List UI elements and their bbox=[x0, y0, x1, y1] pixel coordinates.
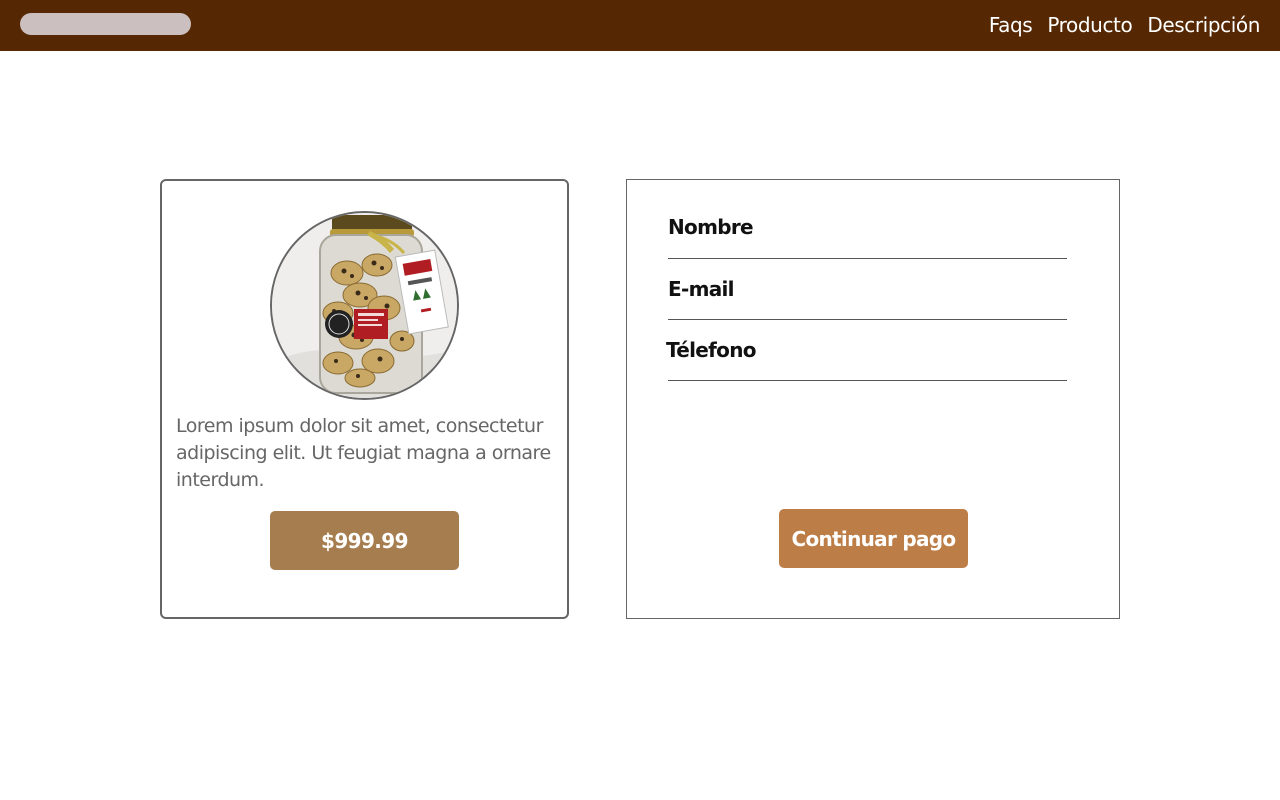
name-input[interactable] bbox=[668, 199, 1067, 258]
phone-input[interactable] bbox=[668, 321, 1067, 380]
top-navbar: Faqs Producto Descripción bbox=[0, 0, 1280, 51]
cookie-jar-illustration bbox=[272, 213, 457, 398]
product-description: Lorem ipsum dolor sit amet, consectetur … bbox=[176, 415, 551, 491]
email-field[interactable]: E-mail bbox=[668, 260, 1067, 320]
continue-payment-button[interactable]: Continuar pago bbox=[779, 509, 968, 568]
nav-link-producto[interactable]: Producto bbox=[1047, 12, 1132, 38]
phone-field[interactable]: Télefono bbox=[666, 321, 1067, 381]
nav-link-descripcion[interactable]: Descripción bbox=[1147, 12, 1260, 38]
price-button[interactable]: $999.99 bbox=[270, 511, 459, 570]
name-field[interactable]: Nombre bbox=[668, 199, 1067, 259]
email-input[interactable] bbox=[668, 260, 1067, 319]
logo-placeholder[interactable] bbox=[20, 13, 191, 35]
main-nav: Faqs Producto Descripción bbox=[989, 12, 1261, 38]
product-card: Lorem ipsum dolor sit amet, consectetur … bbox=[160, 179, 569, 619]
checkout-form: Nombre E-mail Télefono Continuar pago bbox=[626, 179, 1120, 619]
cookie-jar-image bbox=[270, 211, 459, 400]
nav-link-faqs[interactable]: Faqs bbox=[989, 12, 1033, 38]
